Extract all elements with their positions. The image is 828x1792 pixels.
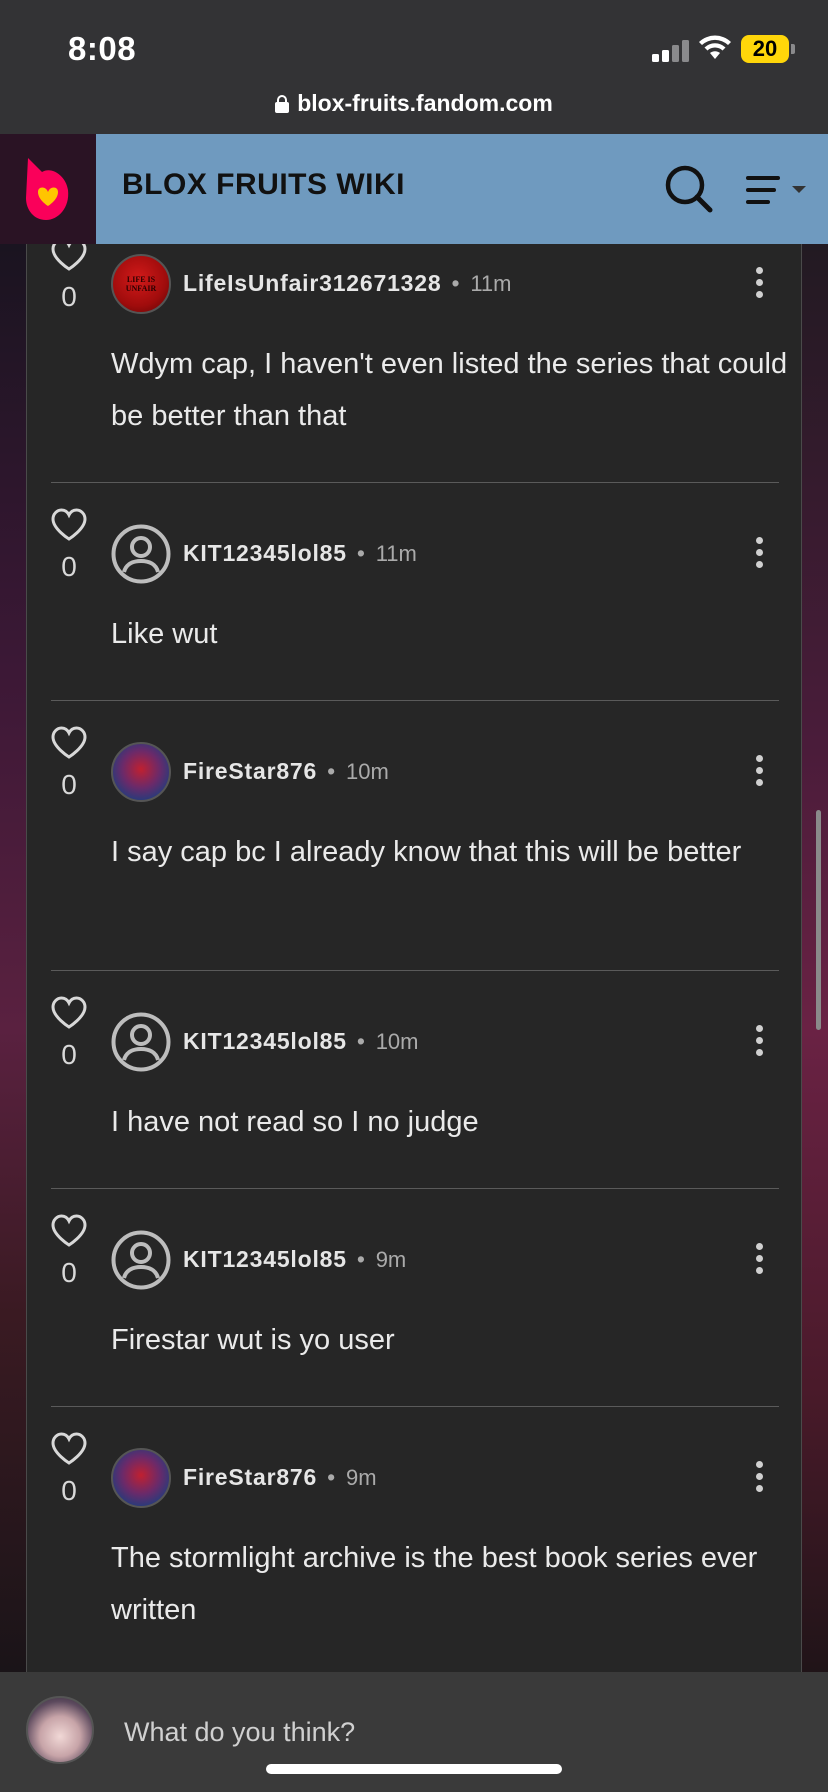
comment-input[interactable] [124,1712,764,1752]
comment: 0 LIFE IS UNFAIR LifeIsUnfair312671328 • 1… [27,244,801,483]
heart-outline-icon [51,996,87,1029]
wiki-header: BLOX FRUITS WIKI [0,134,828,244]
comment: 0 FireStar876 • 10m I say cap bc I already… [27,726,801,976]
divider [51,1406,779,1407]
comment-text: The stormlight archive is the best book … [111,1542,758,1626]
heart-outline-icon [51,726,87,759]
wifi-icon [699,35,731,59]
comment-time: 11m [375,541,417,566]
avatar-text: LIFE IS UNFAIR [125,275,157,293]
comment-text: Wdym cap, I haven't even listed the seri… [111,348,788,432]
comment-time: 11m [470,271,512,296]
more-options-icon[interactable] [749,1458,769,1498]
url-bar[interactable]: blox-fruits.fandom.com [0,80,828,134]
like-button[interactable]: 0 [49,1432,89,1507]
divider [51,482,779,483]
cellular-signal-icon [652,38,690,62]
home-indicator[interactable] [266,1764,562,1774]
comment-author[interactable]: FireStar876 • 10m [183,758,389,785]
battery-cap [791,44,795,54]
scrollbar-thumb[interactable] [816,810,821,1030]
comment: 0 FireStar876 • 9m The stormlight archive … [27,1432,801,1672]
page-background-right [802,244,828,1672]
comment-text: Like wut [111,618,218,650]
comment-time: 9m [345,1465,377,1490]
like-button[interactable]: 0 [49,244,89,313]
page-background-left [0,244,26,1672]
url-text: blox-fruits.fandom.com [297,90,553,116]
avatar[interactable] [111,742,171,802]
comment: 0 KIT12345lol85 • 9m Firestar wut is yo us… [27,1214,801,1414]
like-button[interactable]: 0 [49,1214,89,1289]
divider [51,1188,779,1189]
comment-author[interactable]: KIT12345lol85 • 10m [183,1028,418,1055]
user-circle-icon[interactable] [111,524,171,584]
fandom-flame-icon [26,158,69,220]
comment-text: Firestar wut is yo user [111,1324,395,1356]
more-options-icon[interactable] [749,264,769,304]
more-options-icon[interactable] [749,534,769,574]
lock-icon [275,94,290,113]
comment-author[interactable]: KIT12345lol85 • 9m [183,1246,406,1273]
heart-outline-icon [51,244,87,271]
comment: 0 KIT12345lol85 • 11m Like wut [27,508,801,708]
comment-author[interactable]: FireStar876 • 9m [183,1464,377,1491]
search-icon[interactable] [664,164,714,214]
hamburger-menu-icon[interactable] [744,174,810,206]
comment-author[interactable]: LifeIsUnfair312671328 • 11m [183,270,511,297]
wiki-title[interactable]: BLOX FRUITS WIKI [122,168,405,202]
heart-outline-icon [51,1432,87,1465]
divider [51,700,779,701]
more-options-icon[interactable] [749,1022,769,1062]
comment-text: I have not read so I no judge [111,1106,479,1138]
comment-composer [0,1672,828,1792]
like-count: 0 [61,281,77,312]
more-options-icon[interactable] [749,1240,769,1280]
like-count: 0 [61,1475,77,1506]
user-circle-icon[interactable] [111,1230,171,1290]
like-button[interactable]: 0 [49,508,89,583]
comment-text: I say cap bc I already know that this wi… [111,836,742,868]
heart-outline-icon [51,1214,87,1247]
comments-panel: 0 LIFE IS UNFAIR LifeIsUnfair312671328 • 1… [26,244,802,1672]
like-count: 0 [61,1039,77,1070]
like-count: 0 [61,1257,77,1288]
like-count: 0 [61,769,77,800]
battery-indicator: 20 [741,35,789,63]
avatar[interactable] [111,1448,171,1508]
comment-time: 10m [375,1029,419,1054]
comment: 0 KIT12345lol85 • 10m I have not read so I… [27,996,801,1196]
fandom-logo[interactable] [0,134,96,244]
current-user-avatar[interactable] [26,1696,94,1764]
heart-outline-icon [51,508,87,541]
avatar[interactable]: LIFE IS UNFAIR [111,254,171,314]
comment-time: 9m [375,1247,407,1272]
comment-time: 10m [345,759,389,784]
like-button[interactable]: 0 [49,996,89,1071]
divider [51,970,779,971]
comment-author[interactable]: KIT12345lol85 • 11m [183,540,417,567]
like-button[interactable]: 0 [49,726,89,801]
like-count: 0 [61,551,77,582]
user-circle-icon[interactable] [111,1012,171,1072]
more-options-icon[interactable] [749,752,769,792]
status-time: 8:08 [68,30,137,67]
